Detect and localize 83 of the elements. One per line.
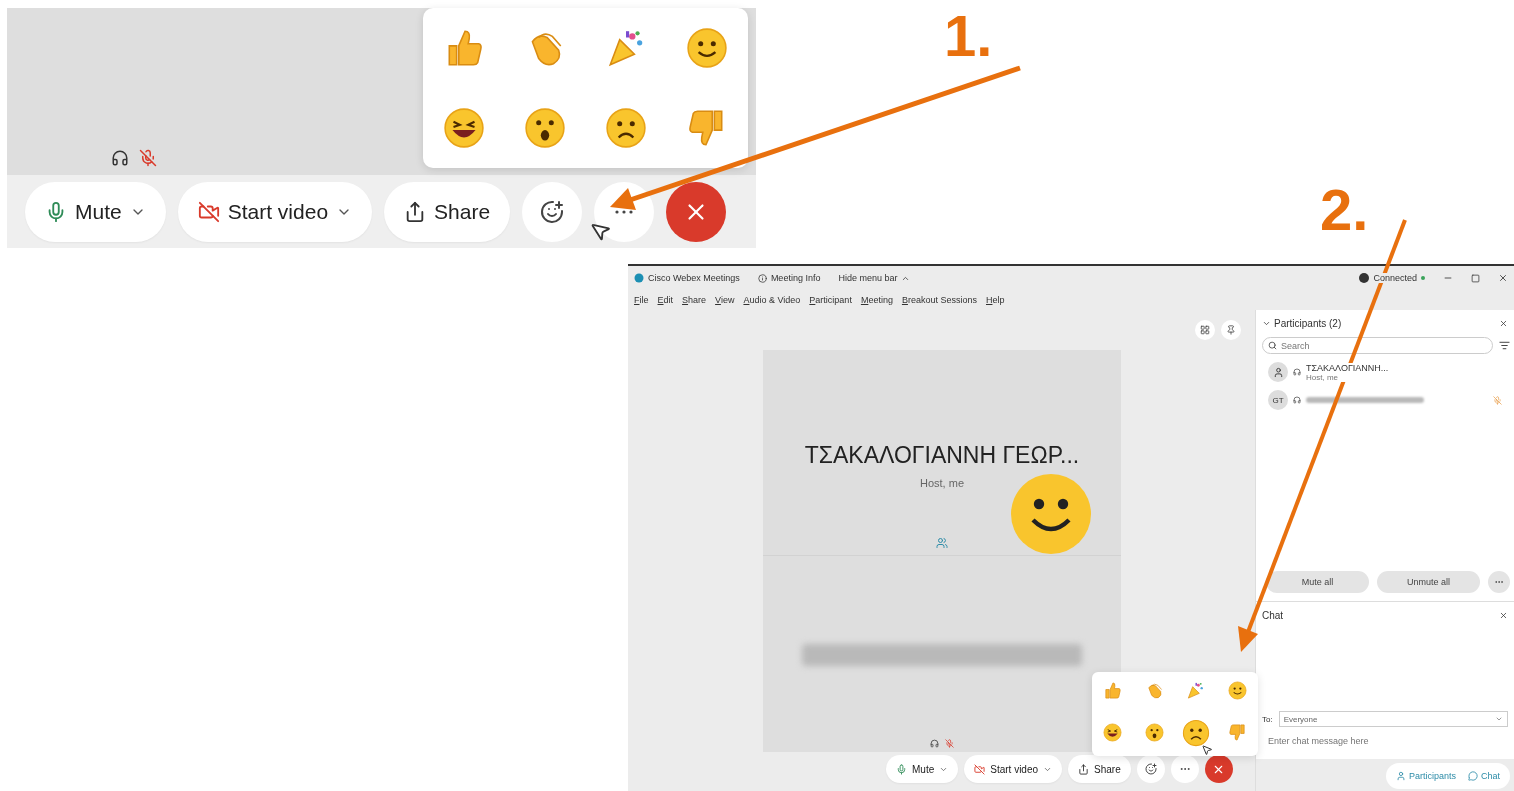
layout-button[interactable] xyxy=(1195,320,1215,340)
caret-icon xyxy=(1495,715,1503,723)
close-icon[interactable] xyxy=(1498,273,1508,283)
muted-microphone-icon xyxy=(139,149,157,167)
party-popper-icon[interactable] xyxy=(1186,681,1206,701)
end-call-button[interactable] xyxy=(1204,755,1233,783)
connected-dot-icon xyxy=(1421,276,1425,280)
step-number: 2. xyxy=(1320,176,1369,243)
smiley-plus-icon xyxy=(1144,763,1157,775)
headset-icon xyxy=(111,149,129,167)
surprised-face-icon[interactable] xyxy=(523,107,566,149)
mute-button[interactable]: Mute xyxy=(25,181,166,242)
chat-bubble-icon xyxy=(1468,771,1478,781)
thumbs-down-icon[interactable] xyxy=(1227,723,1247,743)
ellipsis-icon xyxy=(615,209,634,214)
participant-role: Host, me xyxy=(920,477,964,489)
pin-icon xyxy=(1226,325,1236,335)
smiley-plus-icon xyxy=(540,199,565,224)
microphone-icon xyxy=(896,763,907,775)
muted-microphone-icon xyxy=(1493,395,1502,405)
start-video-button[interactable]: Start video xyxy=(177,181,373,242)
initials-avatar: GT xyxy=(1268,390,1288,410)
menu-item[interactable]: Edit xyxy=(657,295,674,305)
close-icon[interactable] xyxy=(1499,611,1508,620)
smiley-icon[interactable] xyxy=(1227,681,1247,701)
headset-icon xyxy=(930,739,939,748)
to-label: To: xyxy=(1262,714,1273,724)
hide-menu-bar-button[interactable]: Hide menu bar xyxy=(838,273,911,283)
search-field[interactable]: Search xyxy=(1262,337,1493,354)
status-icon xyxy=(1359,273,1370,283)
sad-face-icon[interactable] xyxy=(605,107,648,149)
menu-item[interactable]: File xyxy=(634,295,649,305)
smiley-reaction-icon xyxy=(1011,474,1091,554)
step-number: 1. xyxy=(944,2,993,69)
menu-item[interactable]: View xyxy=(715,295,735,305)
more-button[interactable] xyxy=(1488,571,1510,593)
menu-item[interactable]: Breakout Sessions xyxy=(901,295,977,305)
share-button[interactable]: Share xyxy=(384,181,511,242)
app-title: Cisco Webex Meetings xyxy=(634,273,740,283)
laughing-face-icon[interactable] xyxy=(1103,723,1123,743)
share-icon xyxy=(1078,763,1090,775)
start-video-button[interactable]: Start video xyxy=(964,755,1063,783)
participant-role: Host, me xyxy=(1306,372,1339,382)
headset-icon xyxy=(1293,396,1301,404)
participant-name: ΤΣΑΚΑΛΟΓΙΑΝΝΗ ΓΕΩΡ... xyxy=(804,442,1080,469)
mute-all-button[interactable]: Mute all xyxy=(1266,571,1369,593)
participant-name: ΤΣΑΚΑΛΟΓΙΑΝΝΗ... xyxy=(1306,362,1389,373)
laughing-face-icon[interactable] xyxy=(442,107,485,149)
surprised-face-icon[interactable] xyxy=(1144,723,1164,743)
panel-title: Participants (2) xyxy=(1274,318,1342,329)
video-off-icon xyxy=(197,200,220,223)
menu-item[interactable]: Share xyxy=(682,295,707,305)
pin-button[interactable] xyxy=(1221,320,1241,340)
muted-microphone-icon xyxy=(945,739,954,748)
thumbs-up-icon[interactable] xyxy=(1103,681,1123,701)
menu-item[interactable]: Help xyxy=(986,295,1005,305)
info-icon xyxy=(757,273,767,283)
unmute-all-button[interactable]: Unmute all xyxy=(1377,571,1480,593)
panel-title: Chat xyxy=(1262,610,1284,621)
menu-item[interactable]: Participant xyxy=(809,295,852,305)
video-off-icon xyxy=(974,763,986,775)
logo-icon xyxy=(634,273,644,283)
chat-tab[interactable]: Chat xyxy=(1462,771,1506,781)
people-icon xyxy=(936,537,948,549)
collapse-icon[interactable] xyxy=(1262,319,1271,328)
menu-item[interactable]: Meeting xyxy=(860,295,893,305)
search-icon xyxy=(1268,341,1277,350)
meeting-info-button[interactable]: Meeting Info xyxy=(757,273,821,283)
sad-face-icon[interactable] xyxy=(1181,718,1210,747)
smiley-icon[interactable] xyxy=(686,27,729,69)
menu-item[interactable]: Audio & Video xyxy=(743,295,801,305)
recipient-dropdown[interactable]: Everyone xyxy=(1278,711,1508,727)
close-icon[interactable] xyxy=(1499,319,1508,328)
connection-status: Connected xyxy=(1359,273,1425,283)
share-button[interactable]: Share xyxy=(1068,755,1131,783)
sort-icon[interactable] xyxy=(1499,340,1510,351)
reactions-button[interactable] xyxy=(1136,755,1165,783)
participants-tab[interactable]: Participants xyxy=(1389,771,1462,781)
mute-button[interactable]: Mute xyxy=(886,755,959,783)
person-icon xyxy=(1395,771,1406,781)
maximize-icon[interactable] xyxy=(1471,273,1480,283)
headset-icon xyxy=(1293,368,1301,376)
grid-icon xyxy=(1200,325,1210,335)
